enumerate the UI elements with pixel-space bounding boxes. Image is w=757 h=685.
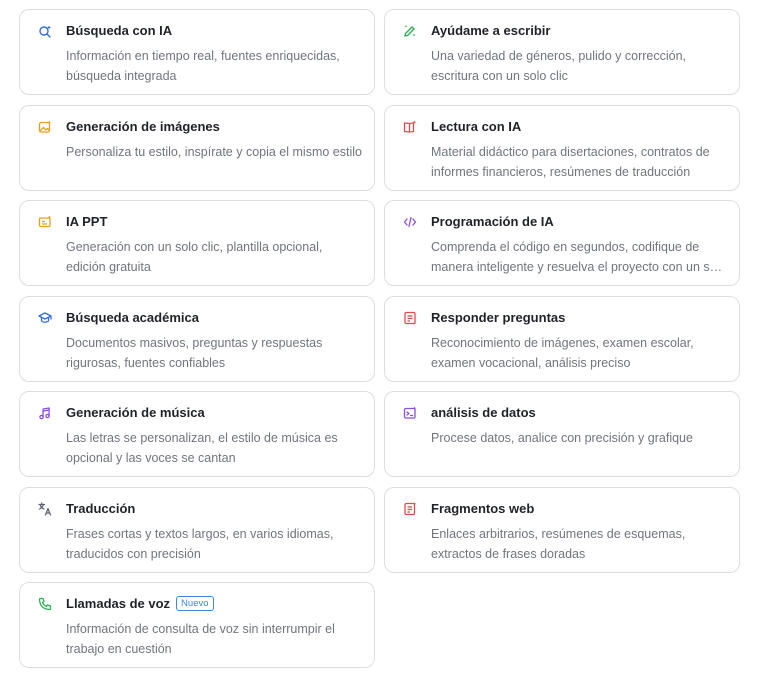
feature-card-title-text: Generación de imágenes [66, 119, 220, 134]
feature-card-description: Información en tiempo real, fuentes enri… [66, 49, 340, 83]
feature-card-title-text: Búsqueda académica [66, 310, 199, 325]
feature-card-description: Procese datos, analice con precisión y g… [431, 431, 693, 445]
feature-card-title-text: análisis de datos [431, 405, 536, 420]
feature-card-title-text: Ayúdame a escribir [431, 23, 551, 38]
feature-card-title: Fragmentos web [431, 501, 534, 516]
feature-card-lectura-con-ia[interactable]: Lectura con IA Material didáctico para di… [384, 105, 740, 191]
feature-card-description: Material didáctico para disertaciones, c… [431, 145, 710, 179]
feature-card-title-text: Traducción [66, 501, 136, 516]
question-doc-icon [403, 311, 417, 325]
feature-card-title: Traducción [66, 501, 135, 516]
feature-card-llamadas-de-voz[interactable]: Llamadas de voz Nuevo Información de consu… [19, 582, 375, 668]
feature-card-description: Generación con un solo clic, plantilla o… [66, 240, 323, 274]
new-badge: Nuevo [176, 596, 214, 611]
feature-card-programacion-de-ia[interactable]: Programación de IA Comprenda el código en… [384, 200, 740, 286]
feature-card-description: Reconocimiento de imágenes, examen escol… [431, 336, 694, 370]
feature-card-title-text: Fragmentos web [431, 501, 535, 516]
feature-card-title-text: Programación de IA [431, 214, 554, 229]
feature-card-title-text: Llamadas de voz [66, 596, 171, 611]
feature-card-title-text: Búsqueda con IA [66, 23, 173, 38]
graduation-cap-icon [38, 311, 52, 325]
ai-search-icon [38, 24, 52, 38]
feature-card-title: Llamadas de voz Nuevo [66, 596, 214, 611]
code-icon [403, 215, 417, 229]
feature-card-title: Responder preguntas [431, 310, 565, 325]
feature-card-title: Búsqueda académica [66, 310, 199, 325]
phone-icon [38, 597, 52, 611]
feature-card-title-text: Generación de música [66, 405, 205, 420]
feature-card-generacion-de-musica[interactable]: Generación de música Las letras se person… [19, 391, 375, 477]
feature-card-description: Una variedad de géneros, pulido y correc… [431, 49, 687, 83]
feature-card-title: Lectura con IA [431, 119, 521, 134]
feature-card-busqueda-con-ia[interactable]: Búsqueda con IA Información en tiempo rea… [19, 9, 375, 95]
data-terminal-icon [403, 406, 417, 420]
feature-card-analisis-de-datos[interactable]: análisis de datos Procese datos, analice … [384, 391, 740, 477]
feature-card-traduccion[interactable]: Traducción Frases cortas y textos largos,… [19, 487, 375, 573]
feature-card-title: Generación de imágenes [66, 119, 220, 134]
feature-card-description: Documentos masivos, preguntas y respuest… [66, 336, 323, 370]
translate-icon [38, 502, 52, 516]
feature-card-title: IA PPT [66, 214, 107, 229]
feature-card-title-text: IA PPT [66, 214, 108, 229]
feature-card-title: Programación de IA [431, 214, 554, 229]
feature-card-fragmentos-web[interactable]: Fragmentos web Enlaces arbitrarios, resúm… [384, 487, 740, 573]
feature-card-title-text: Responder preguntas [431, 310, 566, 325]
feature-card-title: análisis de datos [431, 405, 536, 420]
feature-card-title: Ayúdame a escribir [431, 23, 550, 38]
feature-card-description: Información de consulta de voz sin inter… [66, 622, 335, 656]
feature-card-generacion-de-imagenes[interactable]: Generación de imágenes Personaliza tu est… [19, 105, 375, 191]
image-sparkle-icon [38, 120, 52, 134]
presentation-icon [38, 215, 52, 229]
feature-card-busqueda-academica[interactable]: Búsqueda académica Documentos masivos, pr… [19, 296, 375, 382]
feature-card-description: Comprenda el código en segundos, codifiq… [431, 240, 727, 274]
feature-card-responder-preguntas[interactable]: Responder preguntas Reconocimiento de imá… [384, 296, 740, 382]
feature-card-title-text: Lectura con IA [431, 119, 522, 134]
feature-card-description: Frases cortas y textos largos, en varios… [66, 527, 334, 561]
music-note-icon [38, 406, 52, 420]
feature-card-ia-ppt[interactable]: IA PPT Generación con un solo clic, plant… [19, 200, 375, 286]
feature-card-description: Personaliza tu estilo, inspírate y copia… [66, 145, 362, 159]
feature-card-ayudame-a-escribir[interactable]: Ayúdame a escribir Una variedad de género… [384, 9, 740, 95]
feature-card-description: Las letras se personalizan, el estilo de… [66, 431, 338, 465]
feature-card-description: Enlaces arbitrarios, resúmenes de esquem… [431, 527, 686, 561]
feature-card-title: Generación de música [66, 405, 205, 420]
feature-grid: Búsqueda con IA Información en tiempo rea… [0, 0, 757, 685]
feature-card-title: Búsqueda con IA [66, 23, 172, 38]
pencil-sparkle-icon [403, 24, 417, 38]
book-sparkle-icon [403, 120, 417, 134]
web-clip-icon [403, 502, 417, 516]
